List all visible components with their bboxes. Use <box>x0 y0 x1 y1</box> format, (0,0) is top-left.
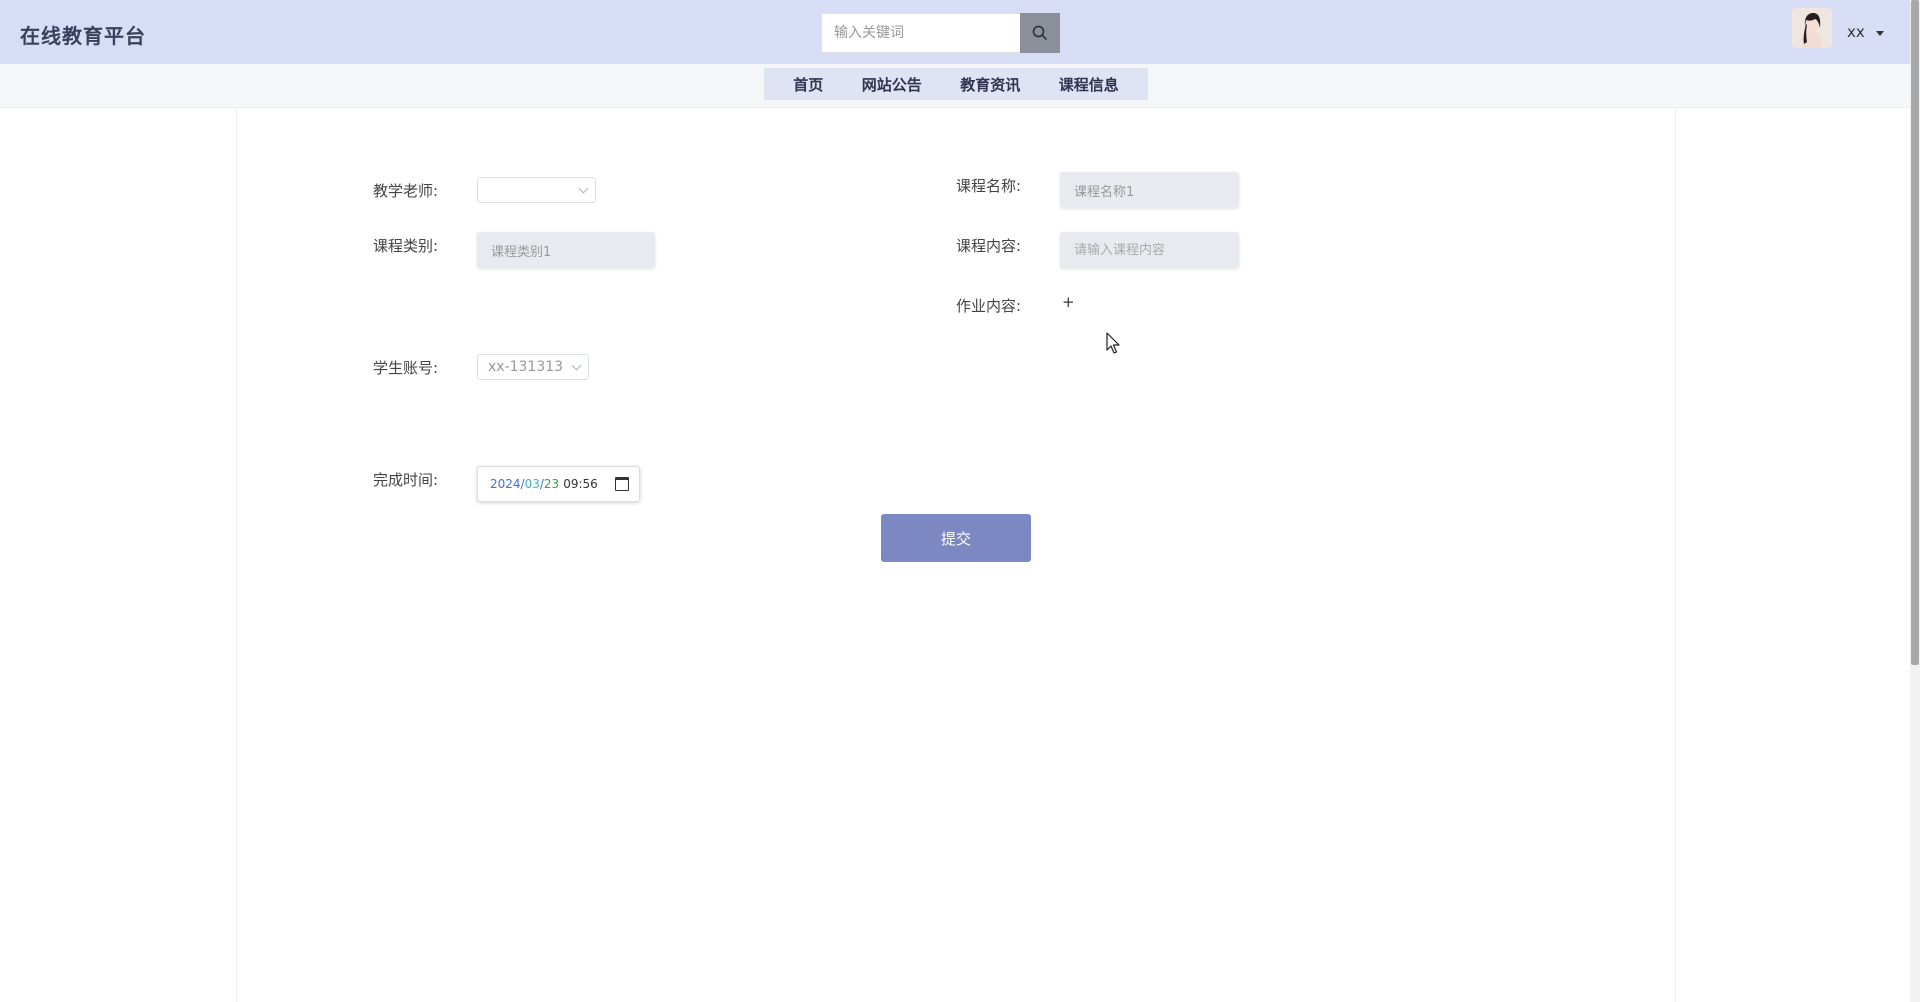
search-bar <box>821 13 1060 53</box>
nav-item-course-info[interactable]: 课程信息 <box>1059 74 1119 95</box>
finish-day[interactable]: 23 <box>544 477 559 491</box>
avatar-image <box>1792 8 1832 48</box>
submit-button[interactable]: 提交 <box>881 514 1031 562</box>
nav-item-home[interactable]: 首页 <box>793 74 823 95</box>
course-name-input[interactable] <box>1060 172 1239 208</box>
user-avatar[interactable] <box>1792 8 1832 48</box>
search-icon <box>1032 25 1048 41</box>
teacher-label: 教学老师: <box>373 182 439 200</box>
chevron-down-icon <box>571 360 582 371</box>
chevron-down-icon <box>578 183 589 194</box>
username[interactable]: xx <box>1847 23 1865 41</box>
finish-time[interactable]: 09:56 <box>563 477 598 491</box>
student-account-label: 学生账号: <box>373 359 439 377</box>
homework-upload-plus-icon[interactable]: + <box>1062 293 1075 311</box>
course-category-label: 课程类别: <box>373 237 439 255</box>
calendar-icon[interactable] <box>615 477 629 491</box>
course-content-label: 课程内容: <box>956 237 1022 255</box>
course-content-input[interactable] <box>1060 232 1239 268</box>
homework-label: 作业内容: <box>956 297 1022 315</box>
site-logo[interactable]: 在线教育平台 <box>20 20 146 49</box>
nav-group: 首页 网站公告 教育资讯 课程信息 <box>764 68 1148 100</box>
nav-item-announcements[interactable]: 网站公告 <box>862 74 922 95</box>
page-scrollbar[interactable] <box>1910 0 1920 1002</box>
course-category-input[interactable] <box>477 232 655 268</box>
mouse-cursor-icon <box>1106 332 1120 354</box>
finish-time-label: 完成时间: <box>373 471 439 489</box>
scrollbar-thumb[interactable] <box>1911 0 1919 665</box>
student-account-value: xx-131313 <box>488 359 564 375</box>
finish-year[interactable]: 2024 <box>490 477 521 491</box>
search-input[interactable] <box>821 13 1020 53</box>
teacher-select[interactable] <box>477 177 596 203</box>
finish-time-picker[interactable]: 2024/03/23 09:56 <box>477 466 640 502</box>
student-account-select[interactable]: xx-131313 <box>477 354 589 380</box>
top-header: 在线教育平台 xx <box>0 0 1910 64</box>
finish-month[interactable]: 03 <box>525 477 540 491</box>
search-button[interactable] <box>1020 13 1060 53</box>
main-nav: 首页 网站公告 教育资讯 课程信息 <box>0 64 1910 108</box>
user-menu-caret-icon[interactable] <box>1876 31 1884 36</box>
course-name-label: 课程名称: <box>956 177 1022 195</box>
nav-item-education-news[interactable]: 教育资讯 <box>960 74 1020 95</box>
